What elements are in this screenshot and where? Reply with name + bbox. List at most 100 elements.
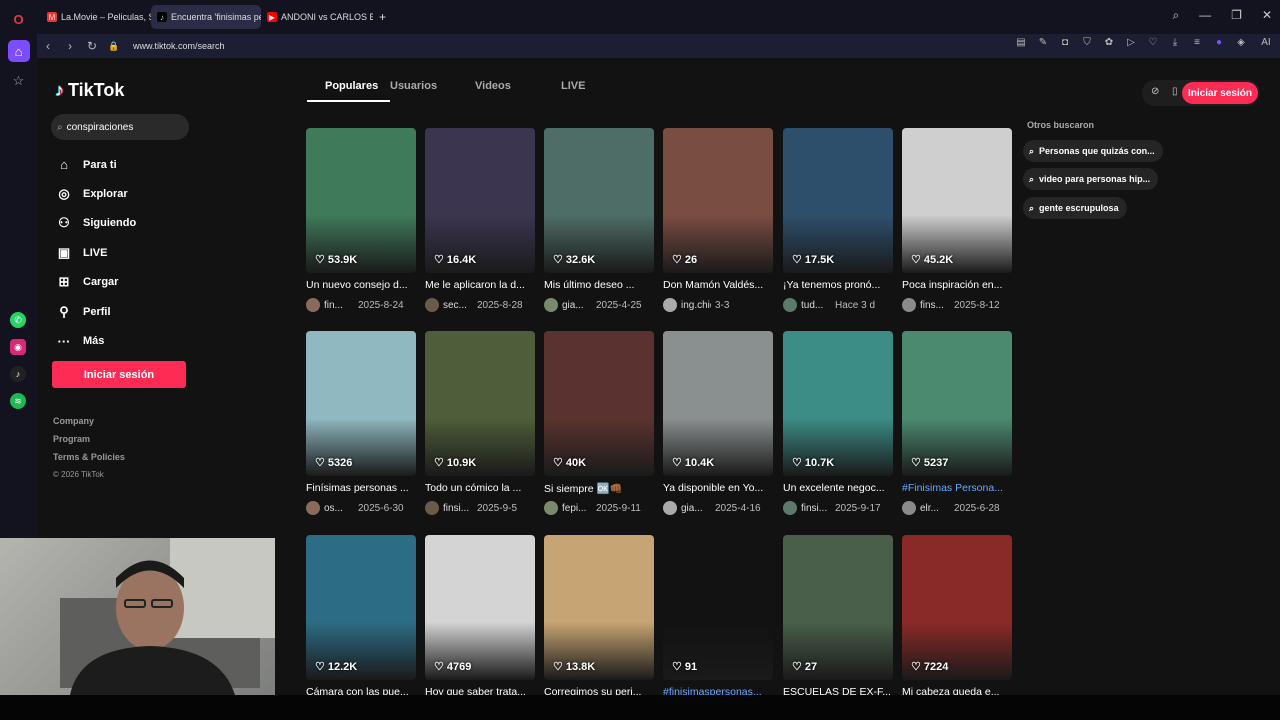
tab-populares[interactable]: Populares (307, 80, 390, 102)
restore-icon[interactable]: ❐ (1231, 8, 1242, 23)
video-thumbnail[interactable]: ♡ 7224 (902, 535, 1012, 680)
avatar[interactable] (425, 501, 439, 515)
video-thumbnail[interactable]: ♡ 16.4K (425, 128, 535, 273)
tab-videos[interactable]: Videos (475, 80, 561, 102)
extension-icon[interactable]: ✿ (1102, 37, 1116, 48)
menu-item-3[interactable]: ▣ LIVE (55, 238, 136, 267)
video-card[interactable]: ♡ 7224 Mi cabeza queda e... (902, 535, 1012, 700)
video-user[interactable]: fins... (920, 300, 950, 311)
video-title[interactable]: Un nuevo consejo d... (306, 279, 416, 293)
download-icon[interactable]: ⤓ (1168, 37, 1182, 48)
video-user[interactable]: elr... (920, 503, 950, 514)
menu-item-4[interactable]: ⊞ Cargar (55, 268, 136, 297)
footer-program[interactable]: Program (53, 434, 125, 452)
tiktok-logo[interactable]: ♪ TikTok (55, 80, 124, 101)
video-title[interactable]: Un excelente negoc... (783, 482, 893, 496)
video-thumbnail[interactable]: ♡ 26 (663, 128, 773, 273)
video-user[interactable]: gia... (681, 503, 711, 514)
avatar[interactable] (306, 298, 320, 312)
video-card[interactable]: ♡ 5237 #Finisimas Persona... elr... 2025-6-2… (902, 331, 1012, 515)
close-icon[interactable]: ✕ (1262, 8, 1272, 23)
suggestion-chip[interactable]: ⌕ video para personas hip... (1023, 168, 1159, 190)
play-icon[interactable]: ▷ (1124, 37, 1138, 48)
video-title[interactable]: Don Mamón Valdés... (663, 279, 773, 293)
heart-icon[interactable]: ♡ (1146, 37, 1160, 48)
video-card[interactable]: ♡ 91 #finisimaspersonas... (663, 535, 773, 700)
video-thumbnail[interactable]: ♡ 13.8K (544, 535, 654, 680)
forward-icon[interactable]: › (59, 39, 81, 53)
tab-usuarios[interactable]: Usuarios (390, 80, 475, 102)
video-card[interactable]: ♡ 10.9K Todo un cómico la ... finsi... 2025-… (425, 331, 535, 515)
tab-snap-icon[interactable]: ▤ (1014, 37, 1028, 48)
star-icon[interactable]: ☆ (8, 70, 30, 92)
new-tab-button[interactable]: + (373, 5, 392, 29)
video-user[interactable]: finsi... (801, 503, 831, 514)
suggestion-chip[interactable]: ⌕ Personas que quizás con... (1023, 140, 1163, 162)
whatsapp-icon[interactable]: ✆ (10, 312, 26, 328)
edit-icon[interactable]: ✎ (1036, 37, 1050, 48)
video-card[interactable]: ♡ 32.6K Mis último deseo ... gia... 2025-4-2… (544, 128, 654, 312)
menu-icon[interactable]: ≡ (1190, 37, 1204, 48)
video-card[interactable]: ♡ 10.7K Un excelente negoc... finsi... 2025-… (783, 331, 893, 515)
video-card[interactable]: ♡ 12.2K Cámara con las pue... (306, 535, 416, 700)
video-card[interactable]: ♡ 10.4K Ya disponible en Yo... gia... 2025-4… (663, 331, 773, 515)
ai-button[interactable]: AI (1256, 37, 1276, 48)
video-user[interactable]: ing.chido90 (681, 300, 711, 311)
avatar[interactable] (783, 298, 797, 312)
search-input[interactable]: ⌕ conspiraciones (51, 114, 189, 140)
video-user[interactable]: sec... (443, 300, 473, 311)
menu-item-0[interactable]: ⌂ Para ti (55, 150, 136, 179)
video-thumbnail[interactable]: ♡ 27 (783, 535, 893, 680)
video-thumbnail[interactable]: ♡ 4769 (425, 535, 535, 680)
menu-item-5[interactable]: ⚲ Perfil (55, 297, 136, 326)
avatar[interactable] (663, 298, 677, 312)
video-thumbnail[interactable]: ♡ 32.6K (544, 128, 654, 273)
url-field[interactable]: www.tiktok.com/search (133, 41, 225, 51)
coin-icon[interactable]: ⊘ (1151, 86, 1159, 97)
video-user[interactable]: finsi... (443, 503, 473, 514)
video-user[interactable]: tud... (801, 300, 831, 311)
video-user[interactable]: gia... (562, 300, 592, 311)
avatar[interactable] (783, 501, 797, 515)
video-thumbnail[interactable]: ♡ 17.5K (783, 128, 893, 273)
tiktok-icon[interactable]: ♪ (10, 366, 26, 382)
video-title[interactable]: Mis último deseo ... (544, 279, 654, 293)
menu-item-2[interactable]: ⚇ Siguiendo (55, 209, 136, 238)
video-user[interactable]: fepi... (562, 503, 592, 514)
footer-company[interactable]: Company (53, 416, 125, 434)
video-title[interactable]: #Finisimas Persona... (902, 482, 1012, 496)
video-thumbnail[interactable]: ♡ 53.9K (306, 128, 416, 273)
tab-youtube[interactable]: ▶ ANDONI vs CARLOS BELC (261, 5, 373, 29)
reload-icon[interactable]: ↻ (81, 39, 103, 53)
opera-logo-icon[interactable]: O (8, 8, 30, 30)
suggestion-chip[interactable]: ⌕ gente escrupulosa (1023, 197, 1127, 219)
home-icon[interactable]: ⌂ (7, 40, 30, 62)
video-user[interactable]: fin... (324, 300, 354, 311)
video-card[interactable]: ♡ 5326 Finísimas personas ... os... 2025-6-3… (306, 331, 416, 515)
video-title[interactable]: Poca inspiración en... (902, 279, 1012, 293)
camera-icon[interactable]: ◘ (1058, 37, 1072, 48)
avatar[interactable] (902, 298, 916, 312)
video-card[interactable]: ♡26 Don Mamón Valdés... ing.chido90 3-3 (663, 128, 773, 312)
avatar[interactable] (663, 501, 677, 515)
video-card[interactable]: ♡ 13.8K Corregimos su peri... (544, 535, 654, 700)
video-thumbnail[interactable]: ♡ 10.7K (783, 331, 893, 476)
login-button[interactable]: Iniciar sesión (52, 361, 186, 388)
video-thumbnail[interactable]: ♡ 5326 (306, 331, 416, 476)
video-card[interactable]: ♡ 17.5K ¡Ya tenemos pronó... tud... Hace 3 d (783, 128, 893, 312)
video-card[interactable]: ♡ 4769 Hoy que saber trata... (425, 535, 535, 700)
back-icon[interactable]: ‹ (37, 39, 59, 53)
profile-icon[interactable]: ● (1212, 37, 1226, 48)
avatar[interactable] (425, 298, 439, 312)
video-title[interactable]: Si siempre 🆗👊🏾 (544, 482, 654, 496)
avatar[interactable] (544, 298, 558, 312)
video-thumbnail[interactable]: ♡ 10.9K (425, 331, 535, 476)
login-top-button[interactable]: Iniciar sesión (1182, 82, 1258, 104)
video-thumbnail[interactable]: ♡ 91 (663, 535, 773, 680)
video-card[interactable]: ♡ 53.9K Un nuevo consejo d... fin... 2025-8-… (306, 128, 416, 312)
footer-terms[interactable]: Terms & Policies (53, 452, 125, 470)
video-thumbnail[interactable]: ♡ 40K (544, 331, 654, 476)
video-title[interactable]: Ya disponible en Yo... (663, 482, 773, 496)
video-card[interactable]: ♡ 45.2K Poca inspiración en... fins... 2025-… (902, 128, 1012, 312)
video-user[interactable]: os... (324, 503, 354, 514)
